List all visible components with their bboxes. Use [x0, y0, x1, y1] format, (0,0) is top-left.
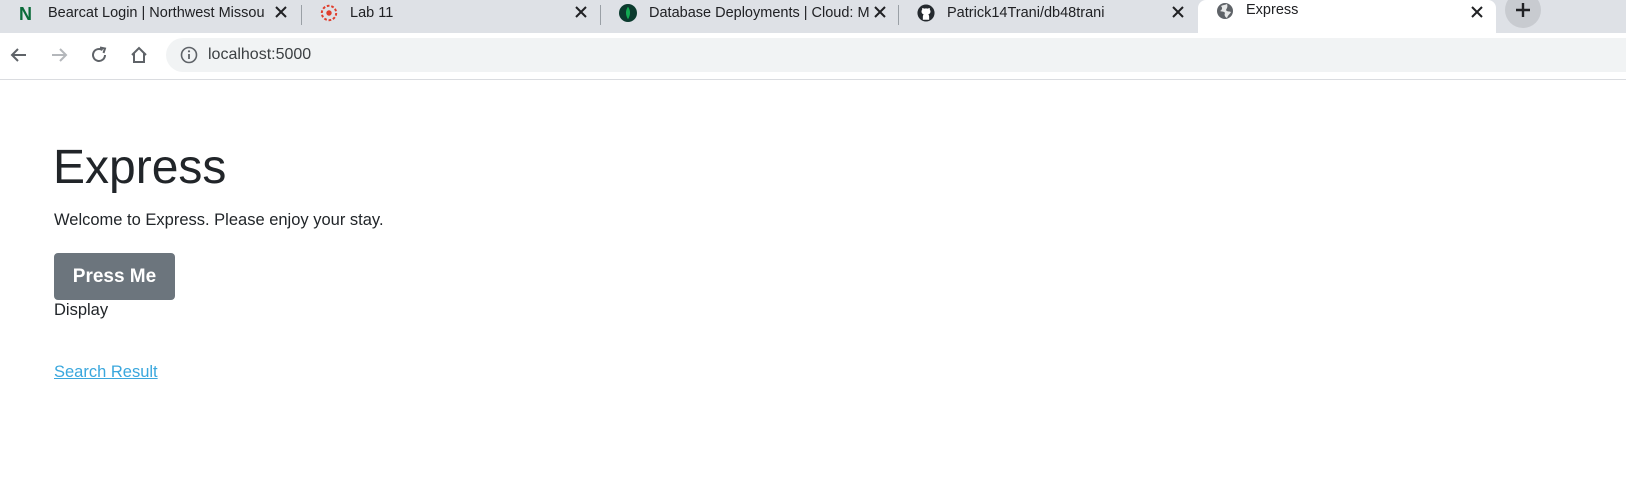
browser-toolbar: localhost:5000: [0, 33, 1626, 80]
close-icon[interactable]: [1468, 3, 1486, 21]
reload-button[interactable]: [85, 41, 113, 69]
back-arrow-icon: [10, 48, 26, 62]
page-content: Express Welcome to Express. Please enjoy…: [0, 80, 1626, 480]
tab-lab-11[interactable]: Lab 11: [302, 0, 600, 26]
close-icon[interactable]: [272, 3, 290, 21]
mongodb-leaf-icon: [619, 4, 637, 22]
info-icon[interactable]: [180, 46, 198, 64]
tab-title: Bearcat Login | Northwest Missou: [48, 5, 265, 21]
new-tab-button[interactable]: [1505, 0, 1541, 28]
page-title: Express: [53, 141, 227, 194]
close-icon[interactable]: [1169, 3, 1187, 21]
tab-strip: N Bearcat Login | Northwest Missou Lab 1…: [0, 0, 1626, 33]
tab-title: Express: [1246, 2, 1299, 18]
tab-title: Lab 11: [350, 5, 394, 21]
tab-title: Patrick14Trani/db48trani: [947, 5, 1105, 21]
svg-text:N: N: [19, 4, 32, 22]
press-me-button[interactable]: Press Me: [54, 253, 175, 300]
canvas-icon: [320, 4, 338, 22]
tab-express[interactable]: Express: [1198, 0, 1496, 33]
close-icon[interactable]: [871, 3, 889, 21]
tab-github-repo[interactable]: Patrick14Trani/db48trani: [899, 0, 1197, 26]
tab-title: Database Deployments | Cloud: M: [649, 5, 870, 21]
reload-icon: [92, 46, 107, 62]
close-icon[interactable]: [572, 3, 590, 21]
home-icon: [131, 46, 147, 63]
tab-bearcat-login[interactable]: N Bearcat Login | Northwest Missou: [0, 0, 300, 26]
globe-icon: [1216, 2, 1234, 20]
url-text[interactable]: localhost:5000: [208, 46, 311, 64]
forward-arrow-icon: [52, 48, 68, 62]
welcome-text: Welcome to Express. Please enjoy your st…: [54, 211, 384, 229]
search-result-link[interactable]: Search Result: [54, 363, 158, 382]
back-button[interactable]: [5, 41, 33, 69]
github-icon: [917, 4, 935, 22]
northwest-n-icon: N: [18, 4, 36, 22]
forward-button[interactable]: [45, 41, 73, 69]
tab-database-deployments[interactable]: Database Deployments | Cloud: M: [601, 0, 899, 26]
display-text: Display: [54, 301, 109, 319]
home-button[interactable]: [125, 41, 153, 69]
plus-icon: [1516, 3, 1530, 17]
address-bar[interactable]: localhost:5000: [166, 38, 1626, 72]
